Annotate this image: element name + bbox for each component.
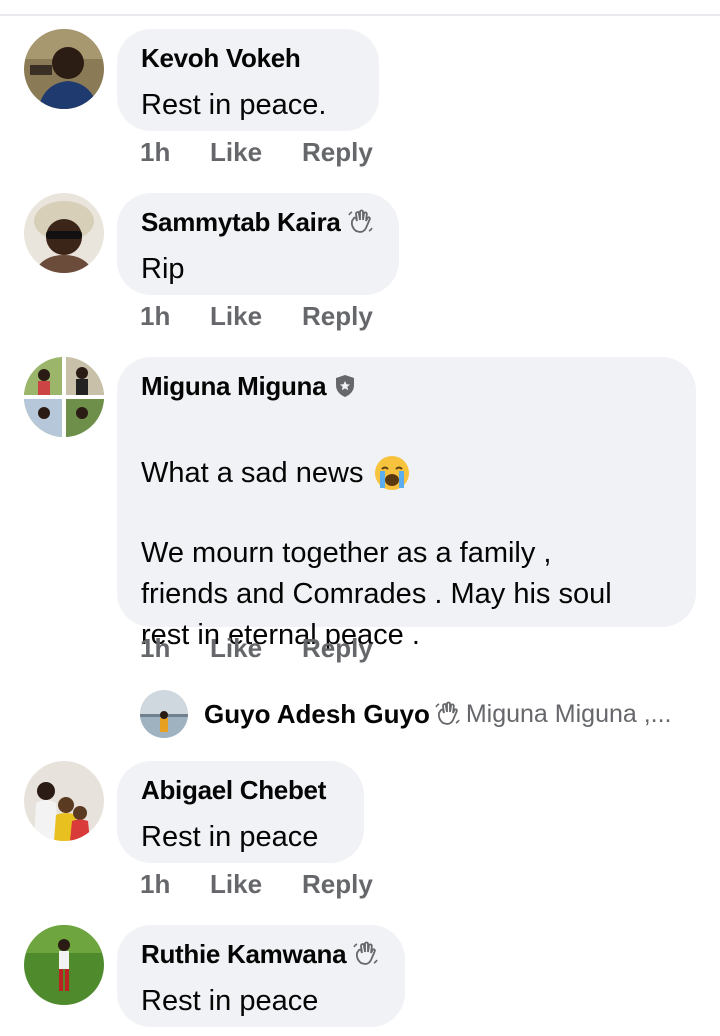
comment-actions: 1h Like Reply [140,137,373,168]
crying-face-emoji-icon [373,413,411,533]
comment-time[interactable]: 1h [140,137,210,168]
comment-author[interactable]: Sammytab Kaira [141,207,341,238]
reply-author[interactable]: Guyo Adesh Guyo [204,699,430,730]
comment-bubble: Miguna Miguna What a sad news We mourn t… [117,357,696,651]
comment-text: Rest in peace [141,985,319,1017]
comment-time[interactable]: 1h [140,301,210,332]
waving-hand-icon [347,209,373,235]
avatar[interactable] [24,761,104,841]
reply-button[interactable]: Reply [302,301,373,332]
reply-button[interactable]: Reply [302,633,373,664]
like-button[interactable]: Like [210,137,302,168]
reply-preview[interactable]: Guyo Adesh Guyo Miguna Miguna ,... [140,690,672,738]
waving-hand-icon [352,941,379,967]
reply-button[interactable]: Reply [302,137,373,168]
avatar[interactable] [24,193,104,273]
comment-bubble: Abigael Chebet Rest in peace [117,761,364,863]
reply-snippet: Miguna Miguna ,... [465,699,672,728]
comment-bubble: Ruthie Kamwana Rest in peace [117,925,405,1027]
shield-star-icon [332,373,358,399]
comment-author[interactable]: Abigael Chebet [141,775,326,806]
like-button[interactable]: Like [210,633,302,664]
waving-hand-icon [434,701,460,727]
comment-text: Rip [141,253,185,285]
comment-text-line1: What a sad news [141,456,364,489]
top-divider [0,14,720,16]
reply-button[interactable]: Reply [302,869,373,900]
avatar[interactable] [24,29,104,109]
comment-bubble: Kevoh Vokeh Rest in peace. [117,29,379,131]
comment-time[interactable]: 1h [140,633,210,664]
comment-text: Rest in peace. [141,89,327,121]
comment-text: Rest in peace [141,821,319,853]
like-button[interactable]: Like [210,869,302,900]
comment-actions: 1h Like Reply [140,301,373,332]
comment-author[interactable]: Kevoh Vokeh [141,43,301,74]
avatar[interactable] [24,357,104,437]
avatar[interactable] [140,690,188,738]
comment-actions: 1h Like Reply [140,869,373,900]
comment-actions: 1h Like Reply [140,633,373,664]
comment-bubble: Sammytab Kaira Rip [117,193,399,295]
comment-time[interactable]: 1h [140,869,210,900]
comment-author[interactable]: Ruthie Kamwana [141,939,347,970]
like-button[interactable]: Like [210,301,302,332]
avatar[interactable] [24,925,104,1005]
comment-author[interactable]: Miguna Miguna [141,371,327,402]
